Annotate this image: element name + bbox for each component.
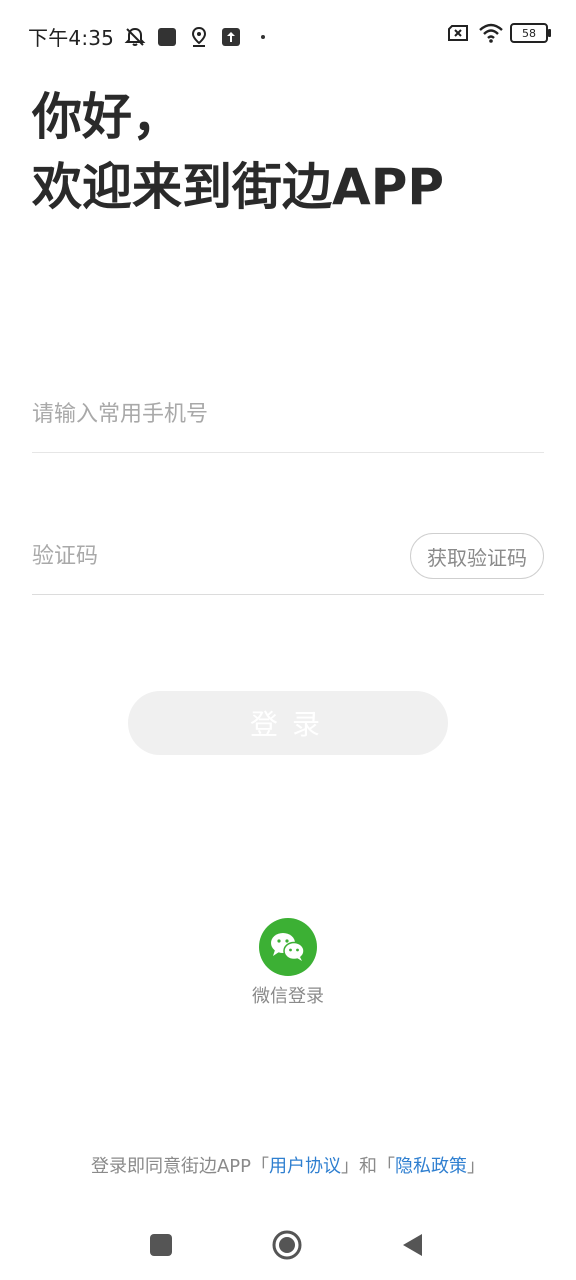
code-field: 获取验证码 [32,524,544,595]
greeting-line2: 欢迎来到街边APP [32,158,444,216]
back-icon[interactable] [400,1232,426,1258]
phone-field [32,382,544,453]
agreement-text: 登录即同意街边APP「用户协议」和「隐私政策」 [0,1152,576,1178]
status-right: 58 [446,22,551,44]
wechat-login-label: 微信登录 [252,986,324,1007]
agreement-suffix: 」 [467,1156,486,1177]
privacy-policy-link[interactable]: 隐私政策 [395,1156,467,1177]
user-agreement-link[interactable]: 用户协议 [269,1156,341,1177]
wechat-login[interactable]: 微信登录 [238,918,338,1008]
status-left: 下午4:35 [28,22,274,51]
wifi-icon [478,22,503,44]
login-button[interactable]: 登录 [128,691,448,755]
agreement-middle: 」和「 [341,1156,396,1177]
status-bar: 下午4:35 58 [0,0,576,72]
wechat-icon[interactable] [259,918,317,976]
recents-icon[interactable] [150,1234,172,1256]
location-icon [188,26,210,48]
code-input[interactable] [32,534,392,578]
agreement-prefix: 登录即同意街边APP「 [90,1156,270,1177]
battery-icon: 58 [510,23,551,43]
get-code-button[interactable]: 获取验证码 [410,533,544,579]
dot-icon [252,26,274,48]
sim-x-icon [446,22,468,44]
greeting: 你好， 欢迎来到街边APP [32,82,444,222]
phone-input[interactable] [32,392,392,436]
upload-icon [220,26,242,48]
greeting-line1: 你好， [32,88,182,146]
app-square-icon [156,26,178,48]
mute-icon [124,26,146,48]
navigation-bar [0,1216,576,1280]
home-icon[interactable] [272,1230,302,1260]
status-time: 下午4:35 [28,26,115,50]
battery-level: 58 [522,26,536,40]
